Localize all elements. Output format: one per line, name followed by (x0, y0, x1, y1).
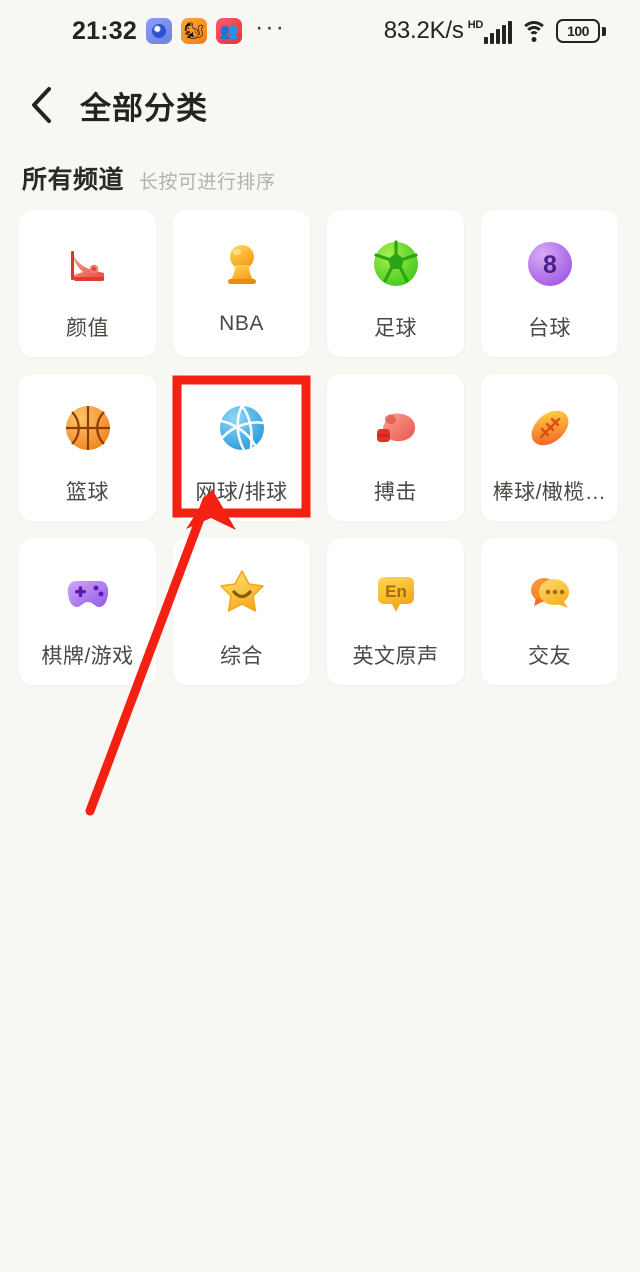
wifi-icon (520, 20, 548, 42)
section-hint: 长按可进行排序 (139, 172, 276, 193)
channel-card-zonghe[interactable]: 综合 (173, 538, 310, 685)
channel-card-qipai-youxi[interactable]: 棋牌/游戏 (19, 538, 156, 685)
orange-app-icon: 🐿 (180, 18, 207, 44)
channel-label: 足球 (374, 317, 417, 340)
svg-text:8: 8 (543, 251, 557, 279)
channel-label: 颜值 (66, 317, 109, 340)
channel-grid: 颜值 NBA 足球 8 台球 篮球 网球/排球 搏击 棒球/橄榄… 棋牌/游戏 … (19, 210, 621, 685)
high-heel-icon (60, 236, 116, 292)
network-speed-label: 83.2K/s (383, 17, 464, 44)
svg-text:En: En (385, 582, 407, 601)
channel-label: 搏击 (374, 481, 417, 504)
channel-label: 网球/排球 (195, 481, 288, 504)
trophy-icon (214, 236, 270, 292)
gamepad-icon (60, 564, 116, 620)
smiling-star-icon (214, 564, 270, 620)
chat-bubbles-icon (522, 564, 578, 620)
channel-card-taiqiu[interactable]: 8 台球 (481, 210, 618, 357)
channel-label: NBA (219, 312, 264, 335)
camera-app-icon (145, 18, 172, 44)
channel-label: 台球 (528, 317, 571, 340)
channel-label: 英文原声 (352, 645, 439, 668)
channel-card-yanzhi[interactable]: 颜值 (19, 210, 156, 357)
channel-card-nba[interactable]: NBA (173, 210, 310, 357)
section-header: 所有频道 长按可进行排序 (22, 160, 276, 196)
status-bar-left: 21:32 🐿 👥 ··· (72, 12, 286, 46)
channel-label: 棋牌/游戏 (41, 645, 134, 668)
channel-card-yingwenyuansheng[interactable]: En 英文原声 (327, 538, 464, 685)
channel-label: 交友 (528, 645, 571, 668)
status-bar: 21:32 🐿 👥 ··· 83.2K/s HD 100 (0, 0, 640, 62)
soccer-ball-icon (368, 236, 424, 292)
hd-label: HD (467, 18, 484, 31)
english-bubble-icon: En (368, 564, 424, 620)
channel-card-bangqiu-ganlan[interactable]: 棒球/橄榄… (481, 374, 618, 521)
channel-card-wangqiu-paiqiu[interactable]: 网球/排球 (173, 374, 310, 521)
boxing-glove-icon (368, 400, 424, 456)
battery-level-label: 100 (567, 23, 589, 39)
channel-label: 综合 (220, 645, 263, 668)
signal-bars-icon (484, 20, 512, 44)
football-icon (522, 400, 578, 456)
back-chevron-icon (32, 87, 51, 123)
channel-label: 篮球 (66, 481, 109, 504)
page-title: 全部分类 (80, 90, 208, 126)
basketball-icon (60, 400, 116, 456)
red-app-icon: 👥 (215, 18, 242, 44)
channel-card-boji[interactable]: 搏击 (327, 374, 464, 521)
status-overflow-icon: ··· (254, 12, 286, 41)
status-time: 21:32 (72, 16, 137, 45)
channel-card-zuqiu[interactable]: 足球 (327, 210, 464, 357)
channel-card-jiaoyou[interactable]: 交友 (481, 538, 618, 685)
volleyball-icon (214, 400, 270, 456)
cellular-signal-icon: HD (468, 19, 512, 44)
section-title: 所有频道 (22, 166, 125, 194)
battery-icon: 100 (556, 19, 606, 43)
channel-label: 棒球/橄榄… (492, 481, 607, 504)
channel-card-lanqiu[interactable]: 篮球 (19, 374, 156, 521)
billiard-eight-ball-icon: 8 (522, 236, 578, 292)
status-bar-right: 83.2K/s HD 100 (384, 17, 606, 45)
back-button[interactable] (24, 85, 58, 125)
nav-bar: 全部分类 (0, 62, 640, 148)
